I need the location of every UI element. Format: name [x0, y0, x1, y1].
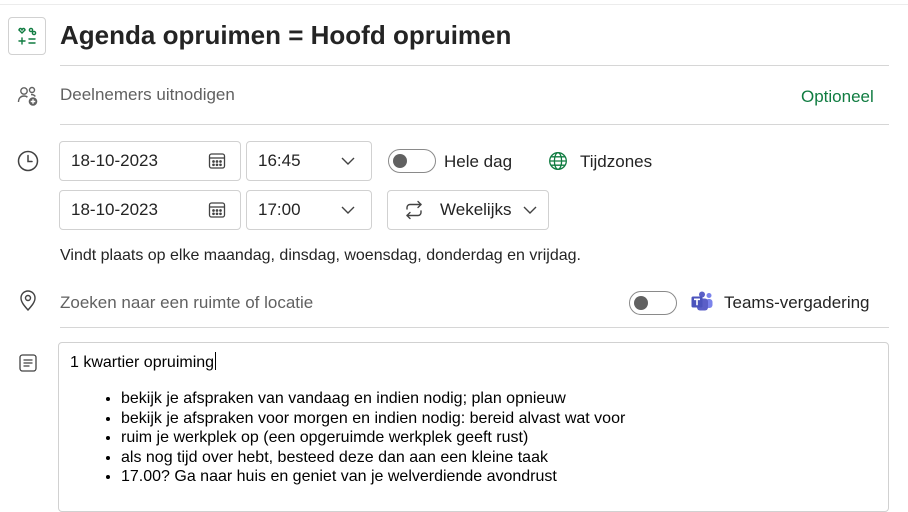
divider	[60, 327, 889, 328]
divider	[60, 65, 889, 66]
calendar-icon[interactable]	[205, 198, 229, 222]
list-item: als nog tijd over hebt, besteed deze dan…	[121, 448, 625, 468]
all-day-label: Hele dag	[444, 152, 513, 171]
top-divider	[0, 4, 908, 5]
repeat-icon	[402, 198, 426, 222]
list-item: bekijk je afspraken voor morgen en indie…	[121, 409, 625, 429]
body-bullet-list: bekijk je afspraken van vandaag en indie…	[101, 389, 625, 487]
list-item: 17.00? Ga naar huis en geniet van je wel…	[121, 467, 625, 487]
recurrence-description: Vindt plaats op elke maandag, dinsdag, w…	[60, 247, 581, 264]
start-time-field[interactable]: 16:45	[246, 141, 372, 181]
event-title[interactable]: Agenda opruimen = Hoofd opruimen	[60, 20, 511, 51]
end-date-field[interactable]: 18-10-2023	[59, 190, 241, 230]
list-item: bekijk je afspraken van vandaag en indie…	[121, 389, 625, 409]
notes-icon-wrap	[15, 350, 41, 376]
category-icon	[18, 27, 37, 45]
location-icon-wrap	[15, 287, 41, 313]
chevron-down-icon[interactable]	[336, 149, 360, 173]
end-time-value: 17:00	[258, 200, 301, 219]
teams-icon	[690, 290, 714, 314]
attendees-input[interactable]: Deelnemers uitnodigen	[60, 85, 235, 105]
event-body-editor[interactable]: 1 kwartier opruiming bekijk je afspraken…	[58, 342, 889, 512]
people-add-icon	[17, 86, 38, 106]
calendar-icon[interactable]	[205, 149, 229, 173]
attendees-icon-wrap	[15, 83, 41, 109]
repeat-dropdown[interactable]: Wekelijks	[387, 190, 549, 230]
location-pin-icon	[20, 290, 36, 312]
teams-meeting-toggle[interactable]	[629, 291, 677, 315]
timezones-link[interactable]: Tijdzones	[580, 152, 652, 172]
category-button[interactable]	[8, 17, 46, 55]
location-input[interactable]: Zoeken naar een ruimte of locatie	[60, 293, 313, 313]
divider	[60, 124, 889, 125]
teams-meeting-label: Teams-vergadering	[724, 293, 870, 312]
end-date-value: 18-10-2023	[71, 200, 158, 219]
start-time-value: 16:45	[258, 151, 301, 170]
time-icon-wrap	[15, 148, 41, 174]
start-date-field[interactable]: 18-10-2023	[59, 141, 241, 181]
body-first-line: 1 kwartier opruiming	[70, 352, 217, 371]
chevron-down-icon	[521, 201, 539, 219]
all-day-toggle[interactable]	[388, 149, 436, 173]
optional-attendees-link[interactable]: Optioneel	[801, 87, 874, 107]
start-date-value: 18-10-2023	[71, 151, 158, 170]
chevron-down-icon[interactable]	[336, 198, 360, 222]
end-time-field[interactable]: 17:00	[246, 190, 372, 230]
globe-icon[interactable]	[548, 151, 568, 171]
notes-icon	[19, 354, 37, 372]
clock-icon	[17, 150, 39, 172]
repeat-label: Wekelijks	[440, 200, 512, 219]
list-item: ruim je werkplek op (een opgeruimde werk…	[121, 428, 625, 448]
